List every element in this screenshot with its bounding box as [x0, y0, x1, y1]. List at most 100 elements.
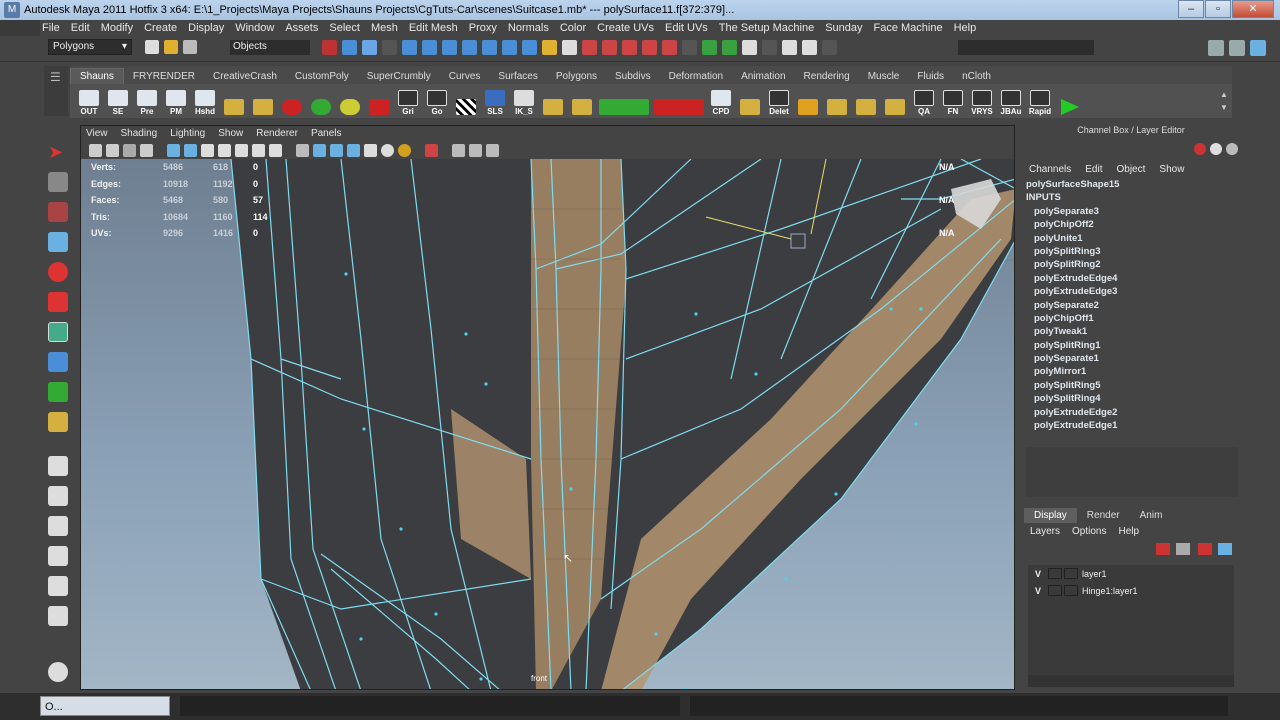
- rotate-tool[interactable]: [44, 258, 72, 286]
- shelf-menu-icon[interactable]: ☰: [50, 70, 61, 84]
- hypershade-icon[interactable]: [802, 40, 817, 55]
- menu-modify[interactable]: Modify: [101, 22, 133, 34]
- layer-menu-help[interactable]: Help: [1118, 526, 1139, 537]
- open-scene-icon[interactable]: [164, 40, 178, 54]
- input-node[interactable]: polyExtrudeEdge1: [1026, 420, 1236, 433]
- layer-visibility-toggle[interactable]: V: [1028, 586, 1048, 596]
- safe-title-icon[interactable]: [269, 143, 282, 157]
- menu-display[interactable]: Display: [188, 22, 224, 34]
- soft-mod-tool[interactable]: [44, 348, 72, 376]
- snap-icon-4[interactable]: [622, 40, 637, 55]
- shelf-button-gri[interactable]: Gri: [395, 86, 421, 116]
- input-node[interactable]: polyChipOff1: [1026, 313, 1236, 326]
- channel-box-menu-show[interactable]: Show: [1159, 164, 1184, 175]
- xray-icon[interactable]: [452, 143, 465, 157]
- shelf-button-grid-1[interactable]: [221, 86, 247, 116]
- universal-manip-tool[interactable]: [44, 318, 72, 346]
- channel-box-icon-3[interactable]: [1226, 143, 1238, 155]
- input-node[interactable]: polySplitRing3: [1026, 246, 1236, 259]
- isolate-select-icon[interactable]: [425, 143, 438, 157]
- textured-icon[interactable]: [347, 143, 360, 157]
- layout-hypershade[interactable]: [44, 572, 72, 600]
- viewport-menu-renderer[interactable]: Renderer: [256, 128, 298, 139]
- menu-create[interactable]: Create: [144, 22, 177, 34]
- close-button[interactable]: ✕: [1232, 0, 1274, 18]
- snap-icon-3[interactable]: [602, 40, 617, 55]
- history-icon[interactable]: [682, 40, 697, 55]
- mask-icon-10[interactable]: [502, 40, 517, 55]
- menu-color[interactable]: Color: [560, 22, 586, 34]
- shelf-button-qa[interactable]: QA: [911, 86, 937, 116]
- tab-fryrender[interactable]: FRYRENDER: [124, 69, 204, 84]
- menu-edit[interactable]: Edit: [71, 22, 90, 34]
- mask-icon-9[interactable]: [482, 40, 497, 55]
- render-settings-icon[interactable]: [782, 40, 797, 55]
- snap-icon-2[interactable]: [582, 40, 597, 55]
- lasso-tool[interactable]: [44, 168, 72, 196]
- input-node[interactable]: polyExtrudeEdge2: [1026, 407, 1236, 420]
- layer-menu-options[interactable]: Options: [1072, 526, 1106, 537]
- viewport-menu-view[interactable]: View: [86, 128, 108, 139]
- viewport-menu-lighting[interactable]: Lighting: [170, 128, 205, 139]
- input-node[interactable]: polyUnite1: [1026, 233, 1236, 246]
- camera-icon[interactable]: [89, 143, 102, 157]
- input-node[interactable]: polySeparate3: [1026, 206, 1236, 219]
- tab-display[interactable]: Display: [1024, 508, 1077, 523]
- channel-box-menu-channels[interactable]: Channels: [1029, 164, 1071, 175]
- menu-set-selector[interactable]: Polygons: [48, 39, 132, 55]
- snap-icon-5[interactable]: [642, 40, 657, 55]
- layer-row[interactable]: V layer1: [1028, 565, 1234, 582]
- lock-icon[interactable]: [542, 40, 557, 55]
- shadows-icon[interactable]: [381, 143, 394, 157]
- mask-icon-6[interactable]: [422, 40, 437, 55]
- shelf-button-grid-5[interactable]: [853, 86, 879, 116]
- layout-uv[interactable]: [44, 602, 72, 630]
- input-node[interactable]: polySplitRing2: [1026, 259, 1236, 272]
- bookmark-icon[interactable]: [123, 143, 136, 157]
- tab-render[interactable]: Render: [1077, 508, 1130, 523]
- maximize-button[interactable]: ▫: [1205, 0, 1231, 18]
- tab-deformation[interactable]: Deformation: [660, 69, 732, 84]
- input-node[interactable]: polySplitRing4: [1026, 393, 1236, 406]
- show-manip-tool[interactable]: [44, 378, 72, 406]
- menu-help[interactable]: Help: [954, 22, 977, 34]
- light-bulb-icon[interactable]: [398, 143, 411, 157]
- input-node[interactable]: polyChipOff2: [1026, 219, 1236, 232]
- tab-curves[interactable]: Curves: [440, 69, 490, 84]
- grid-icon[interactable]: [167, 143, 180, 157]
- input-node[interactable]: polyMirror1: [1026, 366, 1236, 379]
- tab-subdivs[interactable]: Subdivs: [606, 69, 660, 84]
- minimize-button[interactable]: –: [1178, 0, 1204, 18]
- selection-mask-field[interactable]: Objects: [230, 40, 310, 55]
- paint-select-tool[interactable]: [44, 198, 72, 226]
- resolution-gate-icon[interactable]: [201, 143, 214, 157]
- channel-box-menu-edit[interactable]: Edit: [1085, 164, 1102, 175]
- shelf-button-sls[interactable]: SLS: [482, 86, 508, 116]
- mask-icon-7[interactable]: [442, 40, 457, 55]
- ipr-icon[interactable]: [762, 40, 777, 55]
- input-node[interactable]: polyExtrudeEdge3: [1026, 286, 1236, 299]
- shelf-button-play[interactable]: [1056, 86, 1082, 116]
- menu-face-machine[interactable]: Face Machine: [874, 22, 943, 34]
- image-plane-icon[interactable]: [140, 143, 153, 157]
- shelf-button-box[interactable]: [882, 86, 908, 116]
- mask-icon-3[interactable]: [362, 40, 377, 55]
- viewport-menu-shading[interactable]: Shading: [121, 128, 158, 139]
- move-tool[interactable]: [44, 228, 72, 256]
- input-line-icon[interactable]: [822, 40, 837, 55]
- shelf-button-grid-3[interactable]: [540, 86, 566, 116]
- mask-icon-1[interactable]: [322, 40, 337, 55]
- xray-joints-icon[interactable]: [469, 143, 482, 157]
- gate-mask-icon[interactable]: [218, 143, 231, 157]
- shelf-button-red-mesh[interactable]: [366, 86, 392, 116]
- render-icon-3[interactable]: [742, 40, 757, 55]
- minimized-window[interactable]: O...: [40, 696, 170, 716]
- layer-name[interactable]: layer1: [1082, 569, 1107, 579]
- menu-proxy[interactable]: Proxy: [469, 22, 497, 34]
- input-node[interactable]: polySplitRing1: [1026, 340, 1236, 353]
- shelf-button-pre[interactable]: Pre: [134, 86, 160, 116]
- tool-settings-icon[interactable]: [1229, 40, 1245, 56]
- shelf-button-pen[interactable]: [737, 86, 763, 116]
- render-icon-2[interactable]: [722, 40, 737, 55]
- layer-row[interactable]: V Hinge1:layer1: [1028, 582, 1234, 599]
